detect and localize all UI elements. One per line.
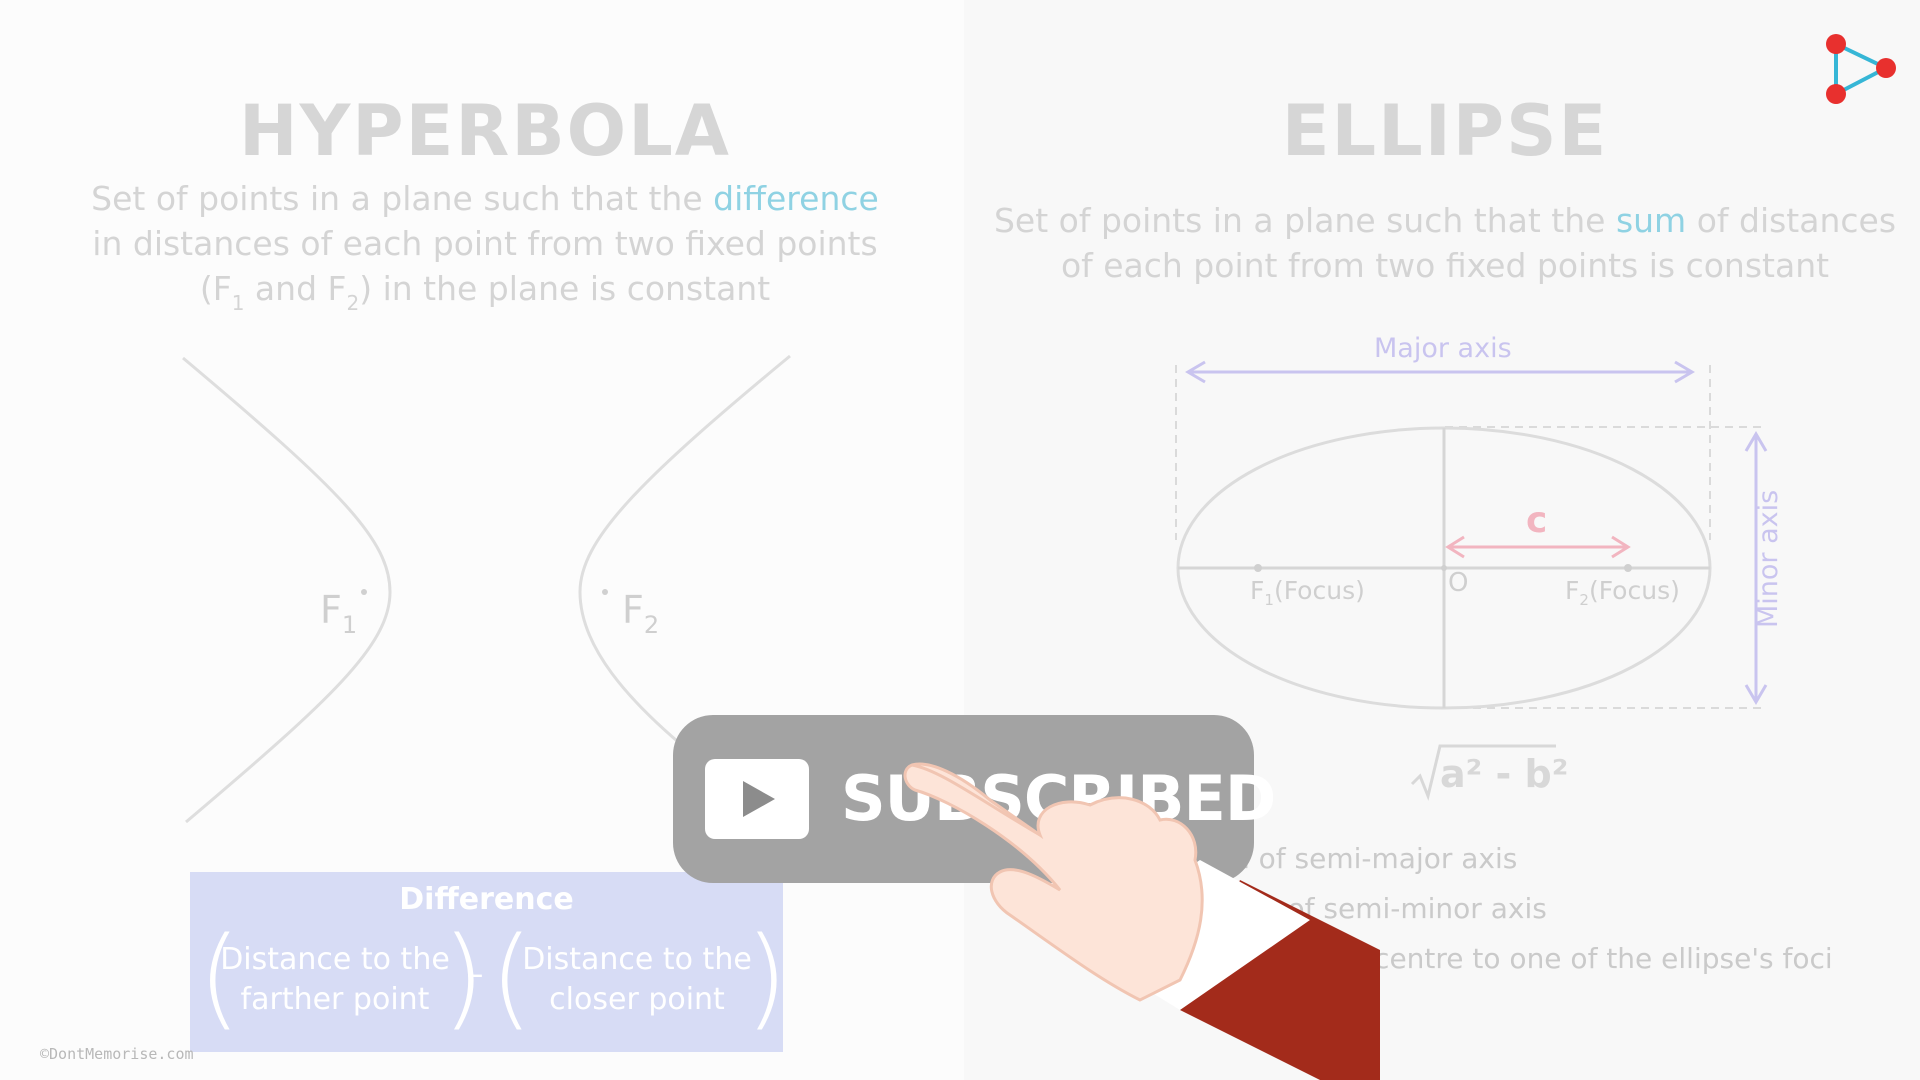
focus2-label: F2 <box>622 588 660 639</box>
subscribed-label: SUBSCRIBED <box>841 762 1276 835</box>
ellipse-description: Set of points in a plane such that the s… <box>980 198 1910 288</box>
minor-axis-label: Minor axis <box>1753 489 1784 628</box>
subscribed-button[interactable]: SUBSCRIBED <box>673 715 1276 883</box>
focus2-dot <box>602 589 608 595</box>
legend-line-a: n of semi-major axis <box>1232 842 1518 875</box>
difference-box: Difference ( Distance to the farther poi… <box>190 872 788 1052</box>
paren-close-2: ) <box>745 913 788 1041</box>
ellipse-title: ELLIPSE <box>1281 90 1609 172</box>
origin-label: O <box>1448 568 1469 598</box>
c-label: c <box>1526 500 1548 541</box>
legend-line-b: = length of semi-minor axis <box>1157 892 1547 925</box>
major-axis-label: Major axis <box>1374 333 1512 364</box>
legend-line-c: stance from centre to one of the ellipse… <box>1198 942 1833 975</box>
hyperbola-left-curve <box>182 356 392 824</box>
focus1-dot <box>361 589 367 595</box>
closer-point-term: Distance to the closer point <box>522 942 752 1017</box>
ellipse-focus1-dot <box>1254 564 1262 572</box>
ellipse-desc-text: Set of points in a plane such that the <box>993 201 1616 240</box>
hyperbola-right-curve <box>578 354 791 762</box>
play-icon <box>705 759 809 839</box>
ellipse-focus2-dot <box>1624 564 1632 572</box>
formula: a² - b² <box>1440 752 1569 796</box>
brand-logo-icon <box>1826 34 1896 104</box>
difference-title: Difference <box>399 882 574 917</box>
ellipse-focus2-label: F2(Focus) <box>1565 576 1680 609</box>
ellipse-desc-highlight: sum <box>1615 201 1687 240</box>
minus-sign: – <box>466 954 484 994</box>
ellipse-focus1-label: F1(Focus) <box>1250 576 1365 609</box>
focus1-label: F1 <box>320 588 358 639</box>
origin-dot <box>1441 565 1447 571</box>
copyright-text: ©DontMemorise.com <box>40 1045 194 1063</box>
ellipse-desc-line2: of each point from two fixed points is c… <box>1060 246 1830 285</box>
farther-point-term: Distance to the farther point <box>220 942 450 1017</box>
